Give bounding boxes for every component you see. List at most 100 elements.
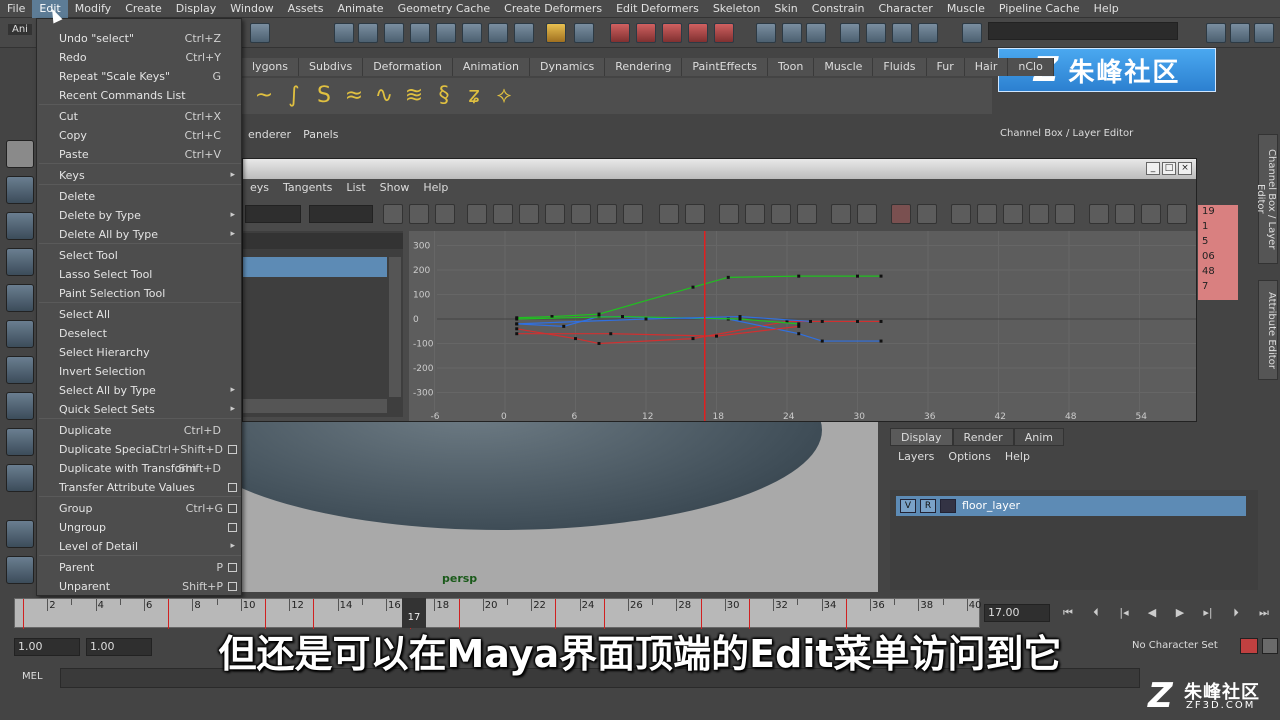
menu-edit-deformers[interactable]: Edit Deformers — [609, 0, 706, 18]
playback-start-field[interactable]: 1.00 — [86, 638, 152, 656]
anim-prefs-icon[interactable] — [1262, 638, 1278, 654]
edit-menu-item[interactable]: Unparent Shift+P — [37, 577, 243, 596]
last-tool-icon[interactable] — [6, 464, 34, 492]
lock-icon[interactable] — [546, 23, 566, 43]
scale-tool-icon[interactable] — [6, 320, 34, 348]
time-slider[interactable]: 2 4 6 8 10 12 14 16 18 20 22 24 26 28 30 32 34 36 38 40 — [14, 598, 982, 629]
panel-icon[interactable] — [806, 23, 826, 43]
edit-menu-item[interactable]: Copy Ctrl+C — [37, 126, 243, 145]
unstack-curves-icon[interactable] — [977, 204, 997, 224]
menu-geometry-cache[interactable]: Geometry Cache — [391, 0, 498, 18]
menu-create-deformers[interactable]: Create Deformers — [497, 0, 609, 18]
menu-skin[interactable]: Skin — [767, 0, 804, 18]
shelf-tab[interactable]: Muscle — [814, 58, 874, 76]
manipulator-icon[interactable] — [6, 356, 34, 384]
render-view-icon[interactable] — [714, 23, 734, 43]
layer-visibility-toggle[interactable]: V — [900, 499, 916, 513]
edit-menu-item[interactable]: Select Hierarchy — [37, 343, 243, 362]
maximize-button[interactable]: □ — [1162, 162, 1176, 175]
frame-playback-icon[interactable] — [409, 204, 429, 224]
snap-view-icon[interactable] — [462, 23, 482, 43]
help-icon[interactable] — [514, 23, 534, 43]
outliner-filter[interactable] — [243, 233, 403, 249]
graph-curves-icon[interactable] — [1029, 204, 1049, 224]
snap-curve-icon[interactable] — [410, 23, 430, 43]
layout-four-icon[interactable] — [6, 556, 34, 584]
shelf-tab[interactable]: Animation — [452, 58, 530, 76]
channel-box-icon[interactable] — [840, 23, 860, 43]
edit-menu-item[interactable]: Parent P — [37, 558, 243, 577]
layer-color-icon[interactable] — [940, 499, 956, 513]
curve-tool-icon[interactable]: ≋ — [402, 84, 426, 108]
tool-settings-icon[interactable] — [866, 23, 886, 43]
edit-menu-item[interactable]: Ungroup — [37, 518, 243, 537]
menu-modify[interactable]: Modify — [68, 0, 118, 18]
shelf-tab[interactable]: Subdivs — [298, 58, 364, 76]
key-value-field[interactable] — [309, 205, 373, 223]
normalize-icon[interactable] — [917, 204, 937, 224]
curve-tool-icon[interactable]: ∿ — [372, 84, 396, 108]
shelf-tab[interactable]: Fur — [926, 58, 965, 76]
viewport-menu-item[interactable]: Panels — [297, 128, 344, 144]
snap-point-icon[interactable] — [436, 23, 456, 43]
layer-menu-item[interactable]: Help — [1005, 450, 1030, 463]
free-weight-icon[interactable] — [771, 204, 791, 224]
edit-menu-item[interactable]: Delete All by Type ▸ — [37, 225, 243, 244]
menu-skeleton[interactable]: Skeleton — [706, 0, 768, 18]
step-forward-frame-icon[interactable]: ⏵ — [1228, 606, 1244, 620]
grid-view-icon[interactable] — [1167, 204, 1187, 224]
edit-menu-item[interactable]: Invert Selection — [37, 362, 243, 381]
graph-menu-item[interactable]: Show — [373, 181, 417, 197]
shelf-tab[interactable]: Toon — [768, 58, 815, 76]
outliner-selected-item[interactable] — [243, 257, 387, 277]
clamped-tangent-icon[interactable] — [519, 204, 539, 224]
dope-sheet-icon[interactable] — [1089, 204, 1109, 224]
menu-animate[interactable]: Animate — [330, 0, 390, 18]
edit-menu-item[interactable]: Delete — [37, 187, 243, 206]
paint-select-icon[interactable] — [6, 212, 34, 240]
minimize-button[interactable]: _ — [1146, 162, 1160, 175]
menu-file[interactable]: File — [0, 0, 32, 18]
layer-tab-display[interactable]: Display — [890, 428, 953, 446]
auto-tangent-icon[interactable] — [467, 204, 487, 224]
edit-menu-item[interactable]: Cut Ctrl+X — [37, 107, 243, 126]
curve-tool-icon[interactable]: S — [312, 84, 336, 108]
viewport-menu-item[interactable]: enderer — [242, 128, 297, 144]
layer-render-toggle[interactable]: R — [920, 499, 936, 513]
flat-tangent-icon[interactable] — [571, 204, 591, 224]
option-box-icon[interactable] — [228, 582, 237, 591]
step-back-frame-icon[interactable]: ⏴ — [1088, 606, 1104, 620]
shelf-tab[interactable]: PaintEffects — [682, 58, 769, 76]
channel-box-side-tab[interactable]: Channel Box / Layer Editor — [1255, 134, 1278, 264]
outliner-vscroll[interactable] — [389, 257, 401, 397]
layer-tab-anim[interactable]: Anim — [1013, 428, 1064, 446]
edit-menu-item[interactable]: Duplicate with Transform Shift+D — [37, 459, 243, 478]
layout-single-icon[interactable] — [6, 520, 34, 548]
option-box-icon[interactable] — [228, 483, 237, 492]
toggle-panel-icon-2[interactable] — [1230, 23, 1250, 43]
menu-constrain[interactable]: Constrain — [805, 0, 872, 18]
curve-tool-icon[interactable]: ʑ — [462, 84, 486, 108]
menu-window[interactable]: Window — [223, 0, 280, 18]
menu-pipeline-cache[interactable]: Pipeline Cache — [992, 0, 1087, 18]
curve-graph-svg[interactable]: -6 0 6 12 18 24 30 36 42 48 54 300 200 100 0 -100 -200 -3… — [409, 231, 1196, 421]
step-tangent-icon[interactable] — [597, 204, 617, 224]
frame-all-icon[interactable] — [383, 204, 403, 224]
layer-menu-item[interactable]: Options — [948, 450, 990, 463]
plateau-tangent-icon[interactable] — [623, 204, 643, 224]
channel-value[interactable]: 06 — [1202, 251, 1215, 264]
layout-icon[interactable] — [918, 23, 938, 43]
shelf-tab[interactable]: Deformation — [363, 58, 453, 76]
lasso-tool-icon[interactable] — [6, 176, 34, 204]
stack-curves-icon[interactable] — [951, 204, 971, 224]
close-button[interactable]: × — [1178, 162, 1192, 175]
shelf-tab[interactable]: lygons — [242, 58, 299, 76]
go-to-start-icon[interactable]: ⏮ — [1060, 606, 1076, 620]
channel-value[interactable]: 19 — [1202, 206, 1215, 219]
move-tool-icon[interactable] — [6, 248, 34, 276]
edit-menu-item[interactable]: Redo Ctrl+Y — [37, 48, 243, 67]
attribute-icon[interactable] — [782, 23, 802, 43]
graph-menu-item[interactable]: Tangents — [276, 181, 339, 197]
auto-key-icon[interactable] — [1240, 638, 1258, 654]
unify-tangent-icon[interactable] — [745, 204, 765, 224]
